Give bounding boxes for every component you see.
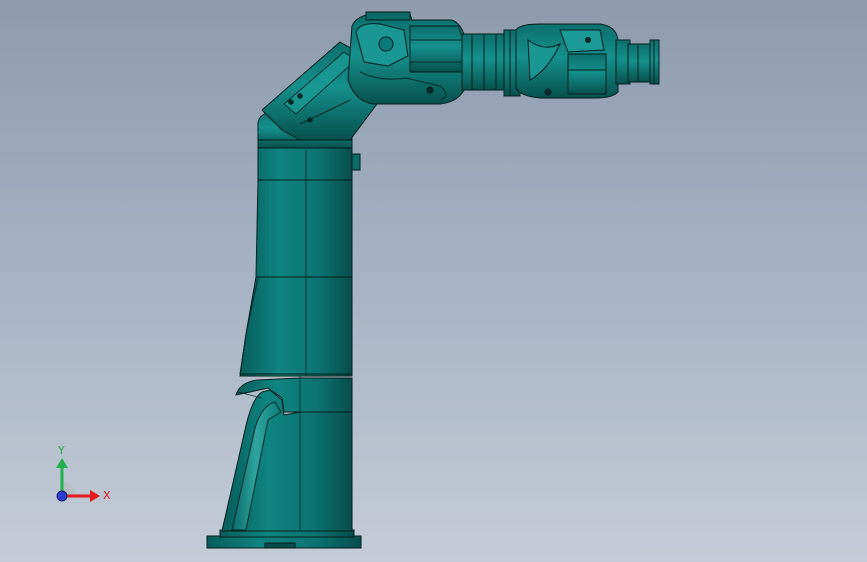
robot-wrist-joint[interactable] bbox=[515, 23, 619, 99]
robot-base-foot[interactable] bbox=[206, 529, 362, 549]
y-axis-label: Y bbox=[57, 444, 65, 457]
cad-viewport[interactable]: Y X bbox=[0, 0, 867, 562]
robot-arm-model[interactable] bbox=[0, 0, 867, 562]
robot-base-column[interactable] bbox=[221, 376, 353, 532]
robot-main-column[interactable] bbox=[239, 147, 361, 377]
robot-forearm[interactable] bbox=[461, 29, 521, 97]
robot-elbow-joint[interactable] bbox=[347, 11, 467, 105]
axis-triad: Y X bbox=[56, 444, 111, 502]
robot-tool-flange[interactable] bbox=[615, 39, 660, 85]
x-axis-label: X bbox=[103, 489, 111, 502]
z-axis-dot-icon bbox=[56, 490, 68, 502]
